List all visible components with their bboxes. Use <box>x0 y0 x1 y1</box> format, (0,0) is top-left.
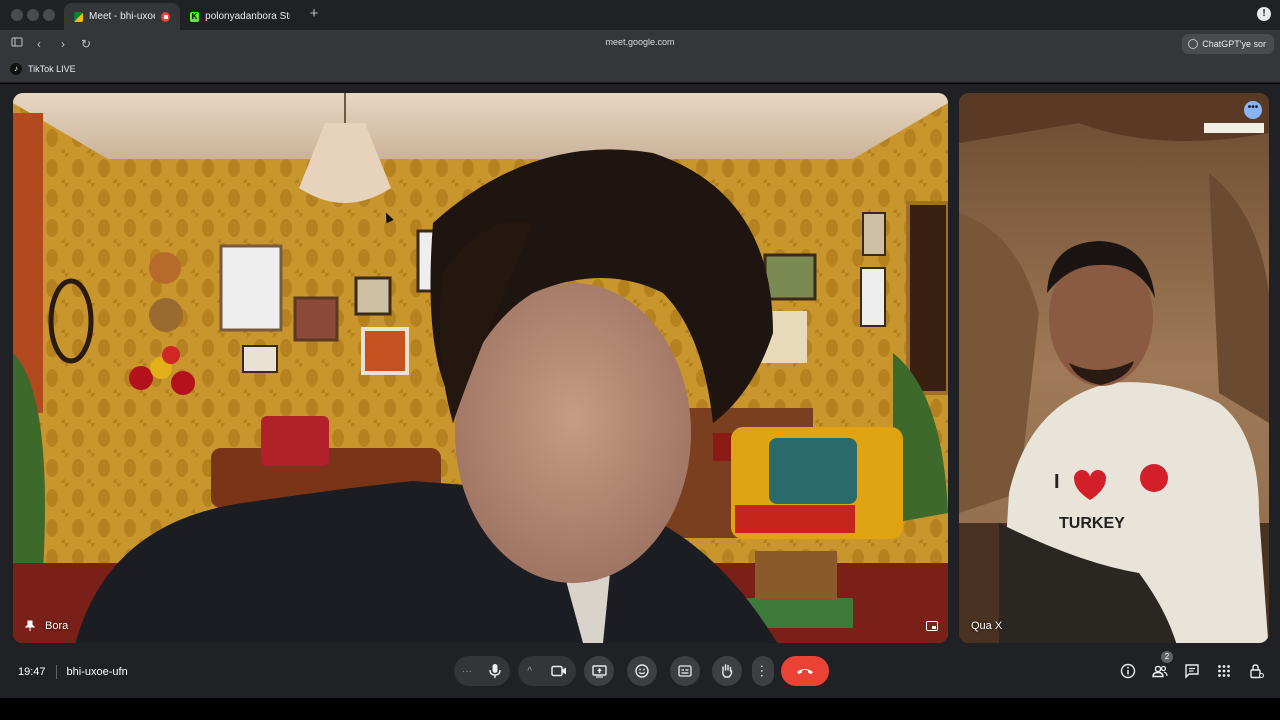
raise-hand-icon <box>722 664 733 678</box>
video-feed-qua-x: I TURKEY <box>959 93 1269 643</box>
more-options-icon[interactable]: ••• <box>1244 101 1262 119</box>
meet-control-bar: 19:47 bhi-uxoe-ufn ··· ^ ··· 2 <box>0 646 1280 698</box>
more-options-button[interactable]: ··· <box>752 656 774 686</box>
bookmark-tiktok-live[interactable]: ♪ TikTok LIVE <box>10 63 76 75</box>
raise-hand-button[interactable] <box>712 656 742 686</box>
emoji-icon <box>635 664 649 678</box>
chevron-up-icon[interactable]: ^ <box>527 666 532 677</box>
new-tab-icon[interactable]: + <box>306 6 322 22</box>
tab-stream[interactable]: K polonyadanbora Stre <box>180 3 300 30</box>
kick-icon: K <box>190 11 200 22</box>
pin-icon[interactable] <box>25 620 35 632</box>
more-vertical-icon: ··· <box>755 664 771 678</box>
present-screen-icon <box>591 664 607 678</box>
sidebar-icon[interactable] <box>9 36 25 52</box>
chatgpt-button[interactable]: ChatGPT'ye sor <box>1182 34 1274 54</box>
host-controls-icon[interactable] <box>1247 662 1265 680</box>
window-minimize-icon[interactable] <box>27 9 39 21</box>
captions-button[interactable] <box>670 656 700 686</box>
svg-text:I: I <box>1054 471 1060 493</box>
recording-icon <box>160 11 170 22</box>
browser-toolbar: ‹ › ↻ meet.google.com ChatGPT'ye sor <box>0 30 1280 58</box>
people-count-badge: 2 <box>1161 651 1173 663</box>
camera-icon[interactable] <box>550 665 567 677</box>
svg-text:TURKEY: TURKEY <box>1059 515 1125 532</box>
chat-icon[interactable] <box>1183 662 1201 680</box>
meeting-details-icon[interactable] <box>1119 662 1137 680</box>
audio-settings-icon[interactable]: ··· <box>462 666 472 677</box>
microphone-group: ··· <box>454 656 510 686</box>
people-icon[interactable] <box>1151 662 1169 680</box>
camera-group: ^ <box>518 656 576 686</box>
participant-name-qua-x: Qua X <box>971 620 1003 632</box>
bookmarks-bar: ♪ TikTok LIVE <box>0 58 1280 83</box>
google-meet-icon <box>74 11 84 22</box>
meeting-info: 19:47 bhi-uxoe-ufn <box>18 665 128 679</box>
reload-icon[interactable]: ↻ <box>78 36 94 52</box>
screen-footer <box>0 698 1280 720</box>
profile-icon[interactable]: ! <box>1257 7 1271 21</box>
address-bar[interactable]: meet.google.com <box>520 37 760 47</box>
reactions-button[interactable] <box>627 656 657 686</box>
microphone-icon[interactable] <box>488 663 502 679</box>
divider <box>55 665 57 679</box>
browser-tab-bar: Meet - bhi-uxoe- K polonyadanbora Stre +… <box>0 0 1280 30</box>
participant-tile-bora[interactable]: Bora <box>13 93 948 643</box>
tiktok-icon: ♪ <box>10 63 22 75</box>
window-close-icon[interactable] <box>11 9 23 21</box>
video-feed-bora <box>13 93 948 643</box>
meet-stage: Bora I TURKEY ••• Qua X <box>0 84 1280 646</box>
forward-icon[interactable]: › <box>55 36 71 52</box>
window-zoom-icon[interactable] <box>43 9 55 21</box>
chatgpt-icon <box>1188 39 1199 49</box>
captions-icon <box>678 665 692 677</box>
tab-meet[interactable]: Meet - bhi-uxoe- <box>64 3 180 30</box>
meeting-code[interactable]: bhi-uxoe-ufn <box>67 666 128 678</box>
participant-tile-qua-x[interactable]: I TURKEY ••• Qua X <box>959 93 1269 643</box>
activities-icon[interactable] <box>1215 662 1233 680</box>
back-icon[interactable]: ‹ <box>31 36 47 52</box>
present-screen-button[interactable] <box>584 656 614 686</box>
picture-in-picture-icon[interactable] <box>926 621 938 631</box>
hang-up-icon <box>797 669 813 674</box>
leave-call-button[interactable] <box>781 656 829 686</box>
meeting-time: 19:47 <box>18 666 46 678</box>
participant-name-bora: Bora <box>25 620 68 632</box>
